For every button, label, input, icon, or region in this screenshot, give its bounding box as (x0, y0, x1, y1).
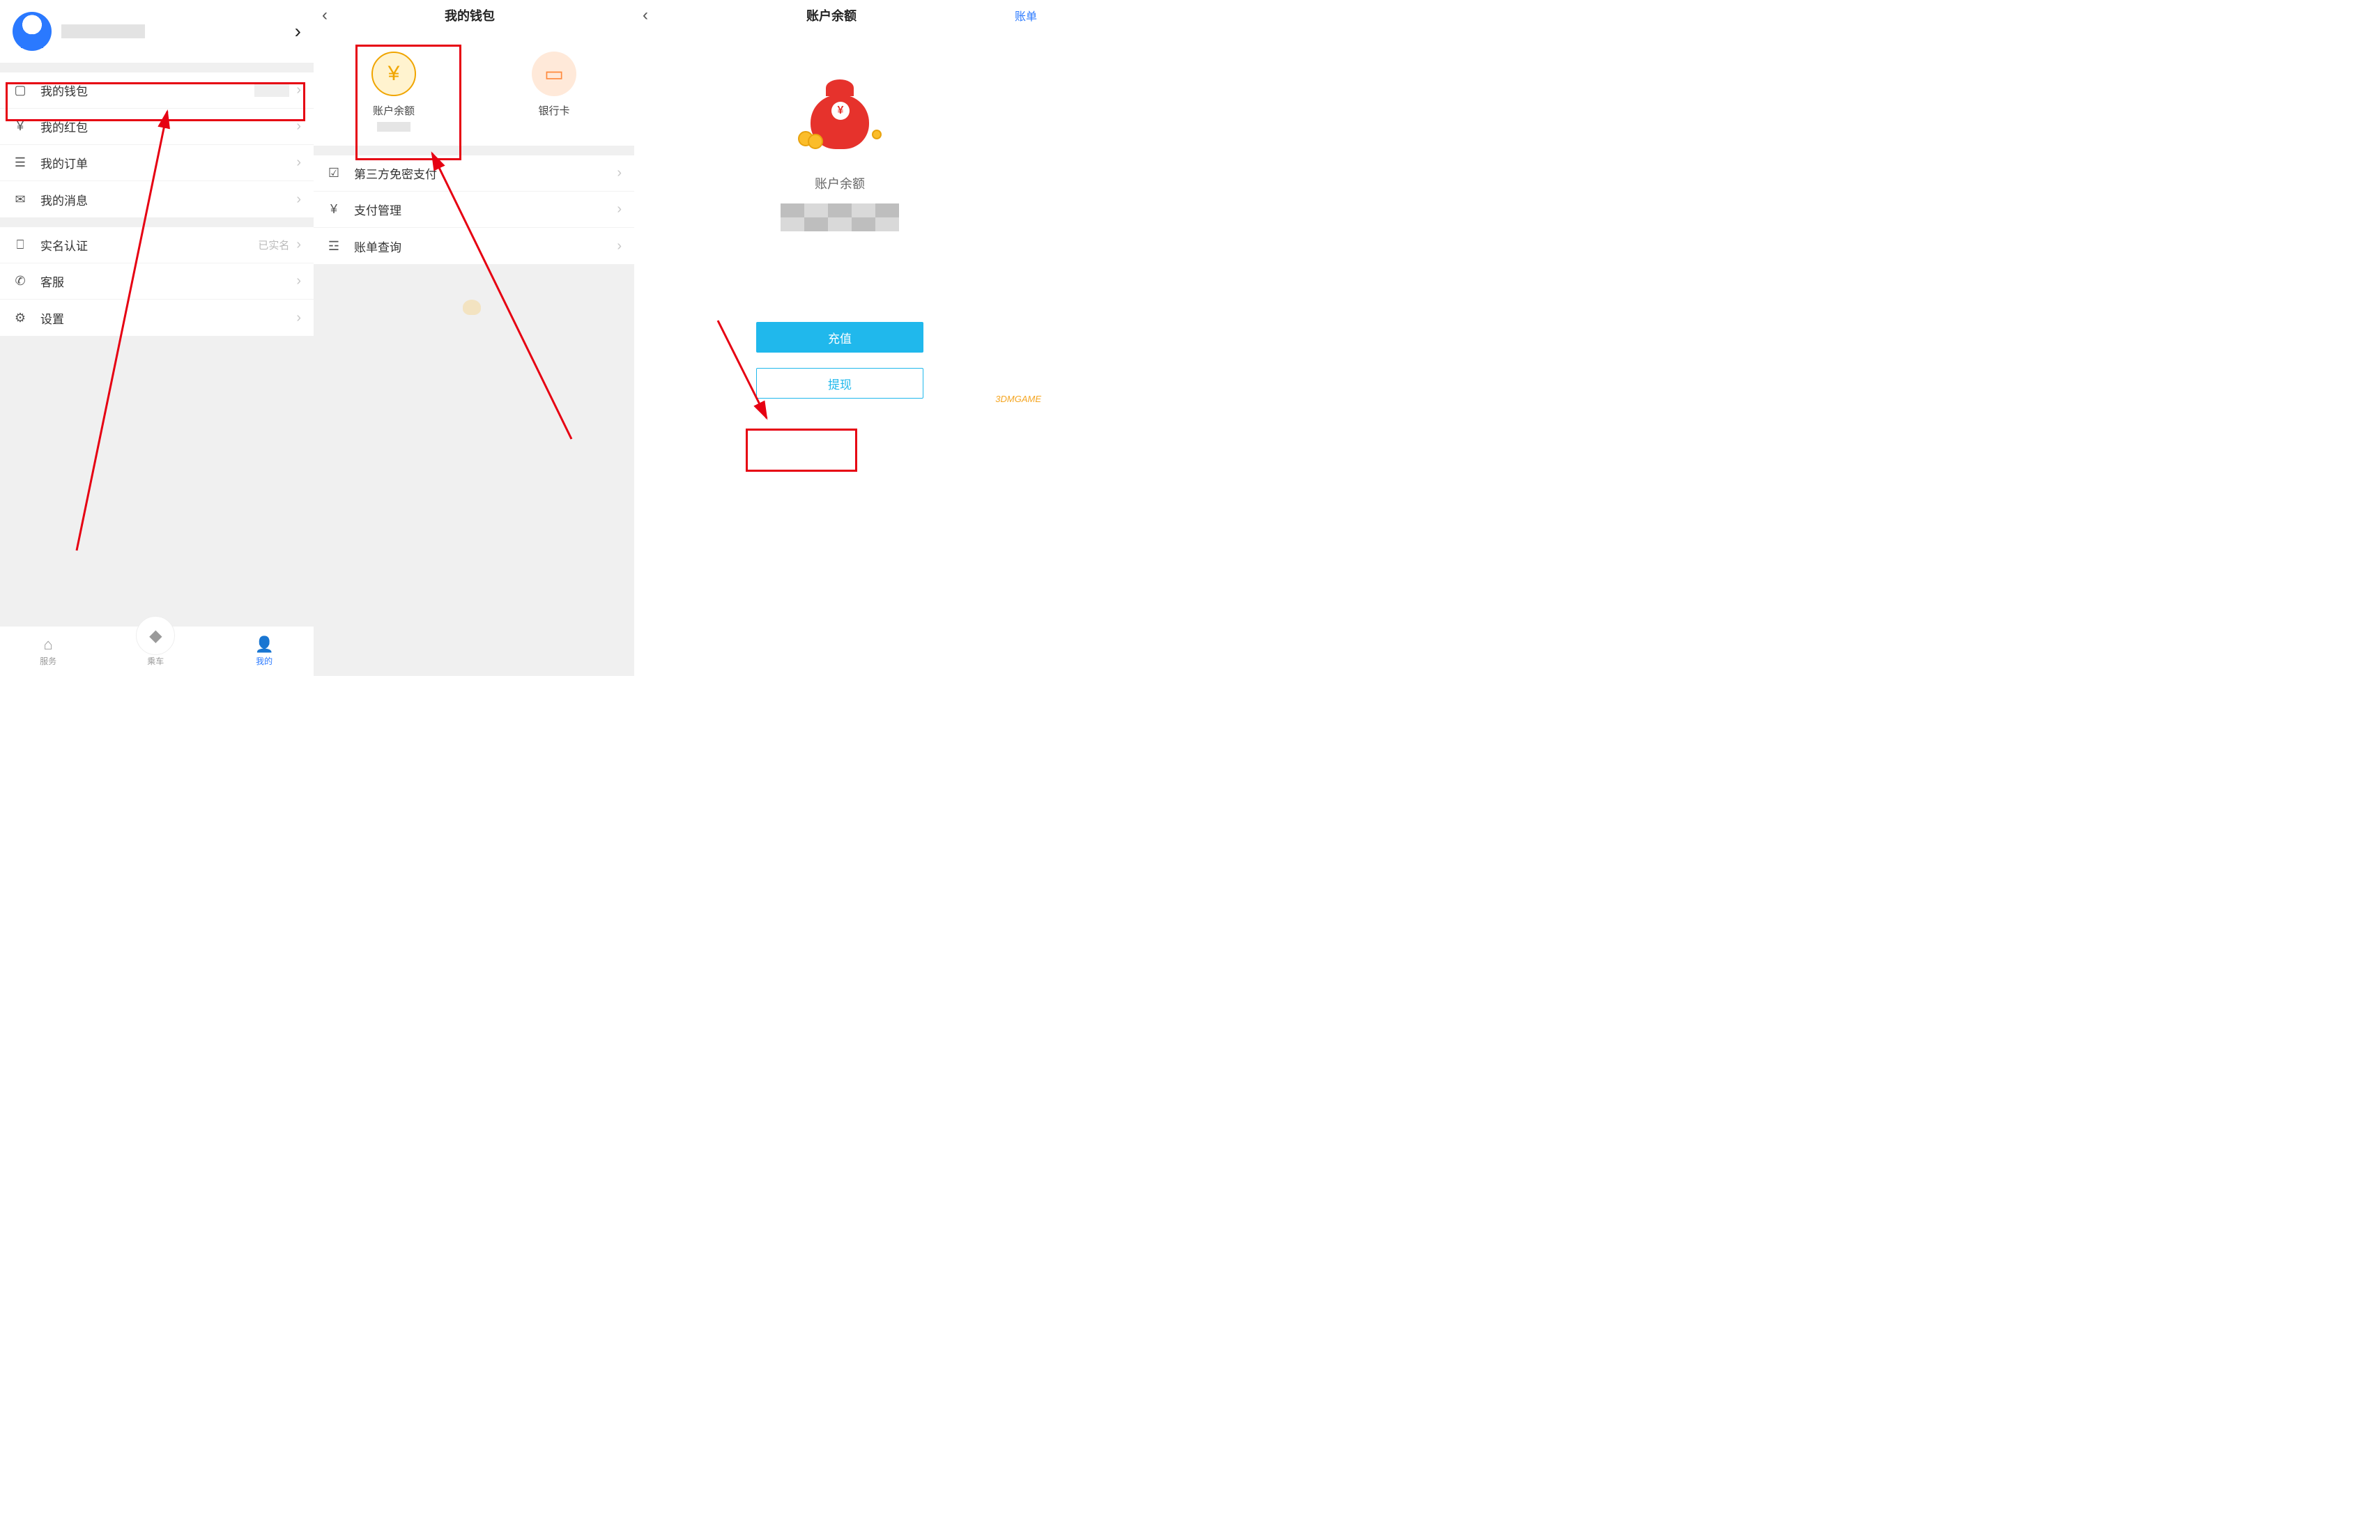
row-label: 我的钱包 (40, 82, 88, 99)
row-messages[interactable]: ✉ 我的消息 › (0, 181, 314, 217)
watermark-mascot-icon (463, 300, 481, 315)
row-redpacket[interactable]: ¥ 我的红包 › (0, 109, 314, 145)
wallet-balance-tile[interactable]: ¥ 账户余额 (348, 52, 439, 132)
chevron-right-icon: › (617, 201, 622, 217)
row-support[interactable]: ✆ 客服 › (0, 263, 314, 300)
list-group-1: ▢ 我的钱包 › ¥ 我的红包 › ☰ 我的订单 › ✉ 我的消息 › (0, 72, 314, 217)
withdraw-button[interactable]: 提现 (756, 368, 923, 399)
row-label: 实名认证 (40, 236, 88, 254)
balance-amount-masked (781, 203, 899, 231)
phone-icon: ✆ (13, 274, 28, 289)
orders-icon: ☰ (13, 155, 28, 171)
chevron-right-icon: › (296, 155, 301, 171)
row-orders[interactable]: ☰ 我的订单 › (0, 145, 314, 181)
chevron-right-icon: › (296, 192, 301, 208)
chevron-right-icon: › (617, 238, 622, 254)
chevron-right-icon: › (295, 20, 301, 43)
chevron-right-icon: › (296, 237, 301, 253)
back-button[interactable]: ‹ (643, 6, 648, 25)
user-icon: 👤 (254, 636, 273, 654)
row-label: 我的红包 (40, 118, 88, 135)
row-label: 第三方免密支付 (354, 164, 437, 182)
button-label: 提现 (828, 375, 852, 392)
chevron-right-icon: › (296, 118, 301, 134)
chevron-right-icon: › (296, 273, 301, 289)
idcard-icon: ⎕ (13, 238, 28, 253)
row-label: 账单查询 (354, 238, 401, 255)
wallet-bankcard-label: 银行卡 (538, 103, 569, 118)
profile-header[interactable]: › (0, 0, 314, 63)
row-settings[interactable]: ⚙ 设置 › (0, 300, 314, 336)
yen-circle-icon: ¥ (326, 202, 341, 217)
balance-content: ¥ 账户余额 充值 提现 (634, 31, 1045, 399)
row-realname[interactable]: ⎕ 实名认证 已实名 › (0, 227, 314, 263)
header-bar: ‹ 我的钱包 (314, 0, 634, 31)
wallet-list: ☑ 第三方免密支付 › ¥ 支付管理 › ☲ 账单查询 › (314, 155, 634, 264)
ride-icon: ◆ (136, 616, 175, 655)
screen-profile: › ▢ 我的钱包 › ¥ 我的红包 › ☰ 我的订单 › ✉ 我的消息 (0, 0, 314, 676)
moneybag-icon: ¥ (798, 72, 882, 149)
row-status: 已实名 (258, 238, 289, 252)
section-gap (0, 63, 314, 72)
screen-balance-detail: ‹ 账户余额 账单 ¥ 账户余额 充值 提现 (634, 0, 1045, 676)
redpacket-icon: ¥ (13, 119, 28, 134)
home-icon: ⌂ (43, 636, 52, 654)
gear-icon: ⚙ (13, 310, 28, 325)
row-label: 支付管理 (354, 201, 401, 218)
tab-label: 我的 (256, 655, 272, 667)
tab-label: 服务 (40, 655, 56, 667)
button-label: 充值 (828, 329, 852, 346)
row-label: 设置 (40, 309, 64, 327)
page-title: 我的钱包 (445, 6, 495, 24)
row-payment-mgmt[interactable]: ¥ 支付管理 › (314, 192, 634, 228)
section-gap (0, 217, 314, 227)
row-label: 我的消息 (40, 191, 88, 208)
chevron-right-icon: › (617, 165, 622, 181)
shield-check-icon: ☑ (326, 166, 341, 181)
tab-ride[interactable]: ◆ 乘车 (136, 616, 175, 667)
recharge-button[interactable]: 充值 (756, 322, 923, 353)
chevron-right-icon: › (296, 82, 301, 98)
bottom-tabbar: ⌂ 服务 ◆ 乘车 👤 我的 (0, 626, 314, 676)
row-label: 客服 (40, 272, 64, 290)
row-value-masked (254, 84, 289, 97)
page-title: 账户余额 (806, 6, 857, 24)
row-thirdparty-pay[interactable]: ☑ 第三方免密支付 › (314, 155, 634, 192)
balance-yen-icon: ¥ (371, 52, 416, 96)
tab-mine[interactable]: 👤 我的 (254, 636, 273, 667)
watermark-text: 3DMGAME (995, 394, 1041, 404)
row-label: 我的订单 (40, 154, 88, 171)
wallet-icon: ▢ (13, 83, 28, 98)
row-bill-query[interactable]: ☲ 账单查询 › (314, 228, 634, 264)
back-button[interactable]: ‹ (322, 6, 328, 25)
bankcard-icon: ▭ (532, 52, 576, 96)
tab-service[interactable]: ⌂ 服务 (40, 636, 56, 667)
balance-label: 账户余额 (815, 174, 865, 192)
wallet-balance-amount-masked (377, 122, 410, 132)
row-wallet[interactable]: ▢ 我的钱包 › (0, 72, 314, 109)
chevron-right-icon: › (296, 310, 301, 326)
receipt-icon: ☲ (326, 238, 341, 254)
screen-wallet: ‹ 我的钱包 ¥ 账户余额 ▭ 银行卡 ☑ 第三方免密支付 › ¥ (314, 0, 634, 676)
list-group-2: ⎕ 实名认证 已实名 › ✆ 客服 › ⚙ 设置 › (0, 227, 314, 336)
tab-label: 乘车 (147, 655, 164, 667)
wallet-top-icons: ¥ 账户余额 ▭ 银行卡 (314, 31, 634, 146)
wallet-bankcard-tile[interactable]: ▭ 银行卡 (509, 52, 599, 132)
messages-icon: ✉ (13, 192, 28, 207)
header-bar: ‹ 账户余额 账单 (634, 0, 1045, 31)
bill-link[interactable]: 账单 (1015, 7, 1037, 24)
profile-username-masked (61, 24, 145, 38)
avatar-icon (13, 12, 52, 51)
section-gap (314, 146, 634, 155)
wallet-balance-label: 账户余额 (373, 103, 415, 118)
